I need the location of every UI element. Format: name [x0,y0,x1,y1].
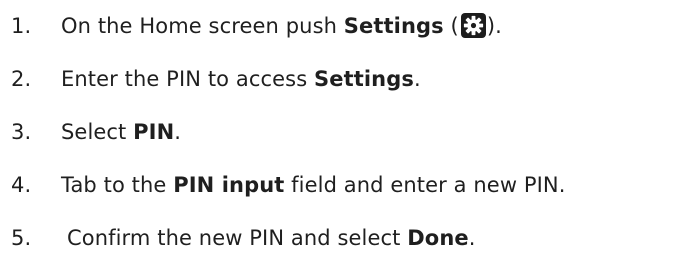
step-bold-term: PIN [133,120,175,144]
step-text-after: . [413,67,421,91]
step-text: Enter the PIN to access Settings . [61,64,421,94]
gear-icon [460,12,486,38]
step-text-after: . [174,120,182,144]
step-5: 5. Confirm the new PIN and select Done . [11,223,476,253]
step-2: 2. Enter the PIN to access Settings . [11,64,421,94]
step-text: On the Home screen push Settings (). [61,11,502,41]
step-text-before: On the Home screen push [61,14,344,38]
step-3: 3. Select PIN . [11,117,181,147]
step-1: 1. On the Home screen push Settings (). [11,11,502,41]
step-number: 5. [11,226,32,250]
step-4: 4. Tab to the PIN input field and enter … [11,170,566,200]
step-bold-term: Settings [314,67,414,91]
step-text-before: Select [61,120,134,144]
step-number: 2. [11,67,32,91]
step-bold-term: Settings [343,14,444,38]
step-text-before: Tab to the [61,173,174,197]
step-number: 1. [11,14,32,38]
step-number: 4. [11,173,32,197]
step-number: 3. [11,120,32,144]
step-text: Select PIN . [61,117,181,147]
paren-open: ( [443,14,459,38]
step-text: Confirm the new PIN and select Done . [67,223,476,253]
step-bold-term: PIN input [173,173,285,197]
step-text-before: Confirm the new PIN and select [67,226,408,250]
step-text-before: Enter the PIN to access [61,67,315,91]
step-text-after: . [468,226,476,250]
step-bold-term: Done [407,226,469,250]
step-text-after: field and enter a new PIN. [284,173,566,197]
step-text: Tab to the PIN input field and enter a n… [61,170,566,200]
step-text-after: ). [486,14,502,38]
